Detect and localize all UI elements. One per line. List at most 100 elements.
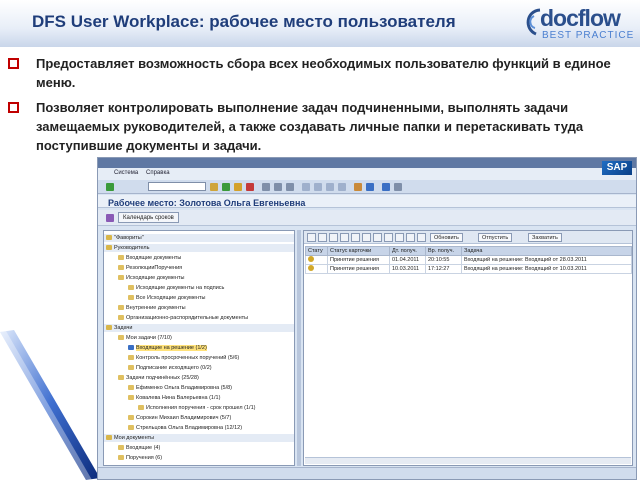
- tree-item[interactable]: Задачи подчинённых (25/28): [104, 374, 199, 382]
- cancel-icon[interactable]: [246, 183, 254, 191]
- col-date[interactable]: Дт. получ.: [389, 246, 426, 256]
- help-icon[interactable]: [382, 183, 390, 191]
- tree-item-label: Внутренние документы: [126, 305, 186, 311]
- folder-icon: [106, 235, 112, 241]
- tree-item[interactable]: Внутренние документы: [104, 304, 186, 312]
- find-icon[interactable]: [274, 183, 282, 191]
- tree-item[interactable]: Поручения (6): [104, 454, 162, 462]
- tree-item[interactable]: Руководитель: [104, 244, 294, 252]
- workplace-icon[interactable]: [106, 214, 114, 222]
- sort-icon[interactable]: [318, 233, 327, 242]
- new-session-icon[interactable]: [354, 183, 362, 191]
- tree-item[interactable]: Входящие (4): [104, 444, 160, 452]
- layout-icon[interactable]: [394, 183, 402, 191]
- cell-card-status: Принятие решения: [327, 255, 390, 265]
- release-button[interactable]: Отпустить: [478, 233, 513, 242]
- tree-item[interactable]: Входящие документы: [104, 254, 181, 262]
- col-time[interactable]: Вр. получ.: [425, 246, 462, 256]
- tree-item[interactable]: Контроль просроченных поручений (5/6): [104, 354, 239, 362]
- tree-item[interactable]: Сорокин Михаил Владимирович (5/7): [104, 414, 231, 422]
- tree-item[interactable]: Мои задачи (7/10): [104, 334, 172, 342]
- tree-item-label: Сорокин Михаил Владимирович (5/7): [136, 415, 232, 421]
- task-panel: Обновить Отпустить Захватить Стату Стату…: [303, 230, 633, 466]
- first-page-icon[interactable]: [302, 183, 310, 191]
- tree-item[interactable]: РезолюцииПоручения: [104, 264, 182, 272]
- slide-title: DFS User Workplace: рабочее место пользо…: [32, 12, 456, 31]
- command-field[interactable]: [148, 182, 206, 191]
- release-label: Отпустить: [482, 235, 509, 241]
- tree-item[interactable]: "Фавориты": [104, 234, 294, 242]
- folder-icon: [118, 455, 124, 461]
- tree-item-label: Организационно-распорядительные документ…: [126, 315, 249, 321]
- tree-item[interactable]: Исполнения поручения - срок прошел (1/1): [104, 404, 255, 412]
- folder-icon: [118, 315, 124, 321]
- tree-item-label: Ковалева Нина Валерьевна (1/1): [136, 395, 221, 401]
- info-icon[interactable]: [406, 233, 415, 242]
- tree-item-label: Стрельцова Ольга Владимировна (12/12): [136, 425, 243, 431]
- tree-item-label: Исходящие документы на подпись: [136, 285, 225, 291]
- status-icon-cell: [305, 255, 328, 265]
- refresh-button[interactable]: Обновить: [430, 233, 463, 242]
- prev-page-icon[interactable]: [314, 183, 322, 191]
- tree-item[interactable]: Задачи: [104, 324, 294, 332]
- tree-item[interactable]: Стрельцова Ольга Владимировна (12/12): [104, 424, 242, 432]
- tree-item-label: Руководитель: [114, 245, 150, 251]
- bullet-box-icon: [8, 58, 19, 69]
- exit-icon[interactable]: [234, 183, 242, 191]
- tree-item-label: Задачи: [114, 325, 133, 331]
- workplace-title: Рабочее место: Золотова Ольга Евгеньевна: [108, 198, 306, 208]
- tree-item[interactable]: Исходящие документы: [104, 274, 184, 282]
- graphic-icon[interactable]: [417, 233, 426, 242]
- folder-icon: [128, 365, 134, 371]
- col-task[interactable]: Задача: [461, 246, 632, 256]
- export-icon[interactable]: [362, 233, 371, 242]
- folder-icon: [118, 305, 124, 311]
- filter-icon[interactable]: [329, 233, 338, 242]
- tree-item[interactable]: Все Исходящие документы: [104, 294, 205, 302]
- tree-item[interactable]: Ковалева Нина Валерьевна (1/1): [104, 394, 220, 402]
- print-list-icon[interactable]: [351, 233, 360, 242]
- table-row[interactable]: Принятие решения 01.04.2011 20:10:55 Вхо…: [305, 255, 632, 265]
- menu-bar: Система Справка: [98, 168, 636, 180]
- next-page-icon[interactable]: [326, 183, 334, 191]
- menu-help[interactable]: Справка: [146, 170, 170, 176]
- last-page-icon[interactable]: [338, 183, 346, 191]
- enter-icon[interactable]: [106, 183, 114, 191]
- tree-item[interactable]: Подписание исходящего (0/2): [104, 364, 212, 372]
- folder-icon: [128, 385, 134, 391]
- tree-item[interactable]: Ефименко Ольга Владимировна (5/8): [104, 384, 232, 392]
- bullet-text: Предоставляет возможность сбора всех нео…: [36, 56, 611, 90]
- sum-icon[interactable]: [340, 233, 349, 242]
- tree-item[interactable]: Организационно-распорядительные документ…: [104, 314, 248, 322]
- tree-item[interactable]: Исходящие документы на подпись: [104, 284, 224, 292]
- shortcut-icon[interactable]: [366, 183, 374, 191]
- folder-icon: [128, 295, 134, 301]
- tree-item[interactable]: Мои документы: [104, 434, 294, 442]
- save-layout-icon[interactable]: [395, 233, 404, 242]
- layout-list-icon[interactable]: [373, 233, 382, 242]
- tree-item-label: Входящие (4): [126, 445, 161, 451]
- status-icon-cell: [305, 264, 328, 274]
- calendar-button[interactable]: Календарь сроков: [118, 212, 179, 223]
- horizontal-scrollbar[interactable]: [305, 457, 631, 464]
- bullet-item-2: Позволяет контролировать выполнение зада…: [8, 98, 628, 155]
- find-next-icon[interactable]: [286, 183, 294, 191]
- save-icon[interactable]: [210, 183, 218, 191]
- tree-item[interactable]: Входящие на решение (1/2): [104, 344, 207, 352]
- print-icon[interactable]: [262, 183, 270, 191]
- menu-system[interactable]: Система: [114, 170, 138, 176]
- bullet-text: Позволяет контролировать выполнение зада…: [36, 100, 584, 153]
- splitter[interactable]: [297, 230, 301, 466]
- folder-icon: [118, 375, 124, 381]
- back-icon[interactable]: [222, 183, 230, 191]
- choose-icon[interactable]: [384, 233, 393, 242]
- col-card-status[interactable]: Статус карточки: [327, 246, 390, 256]
- col-status[interactable]: Стату: [305, 246, 328, 256]
- tree-item-label: Исполнения поручения - срок прошел (1/1): [146, 405, 256, 411]
- bullet-item-1: Предоставляет возможность сбора всех нео…: [8, 54, 628, 92]
- details-icon[interactable]: [307, 233, 316, 242]
- take-button[interactable]: Захватить: [528, 233, 562, 242]
- table-row[interactable]: Принятие решения 10.03.2011 17:12:27 Вхо…: [305, 264, 632, 274]
- take-label: Захватить: [532, 235, 558, 241]
- folder-icon: [128, 285, 134, 291]
